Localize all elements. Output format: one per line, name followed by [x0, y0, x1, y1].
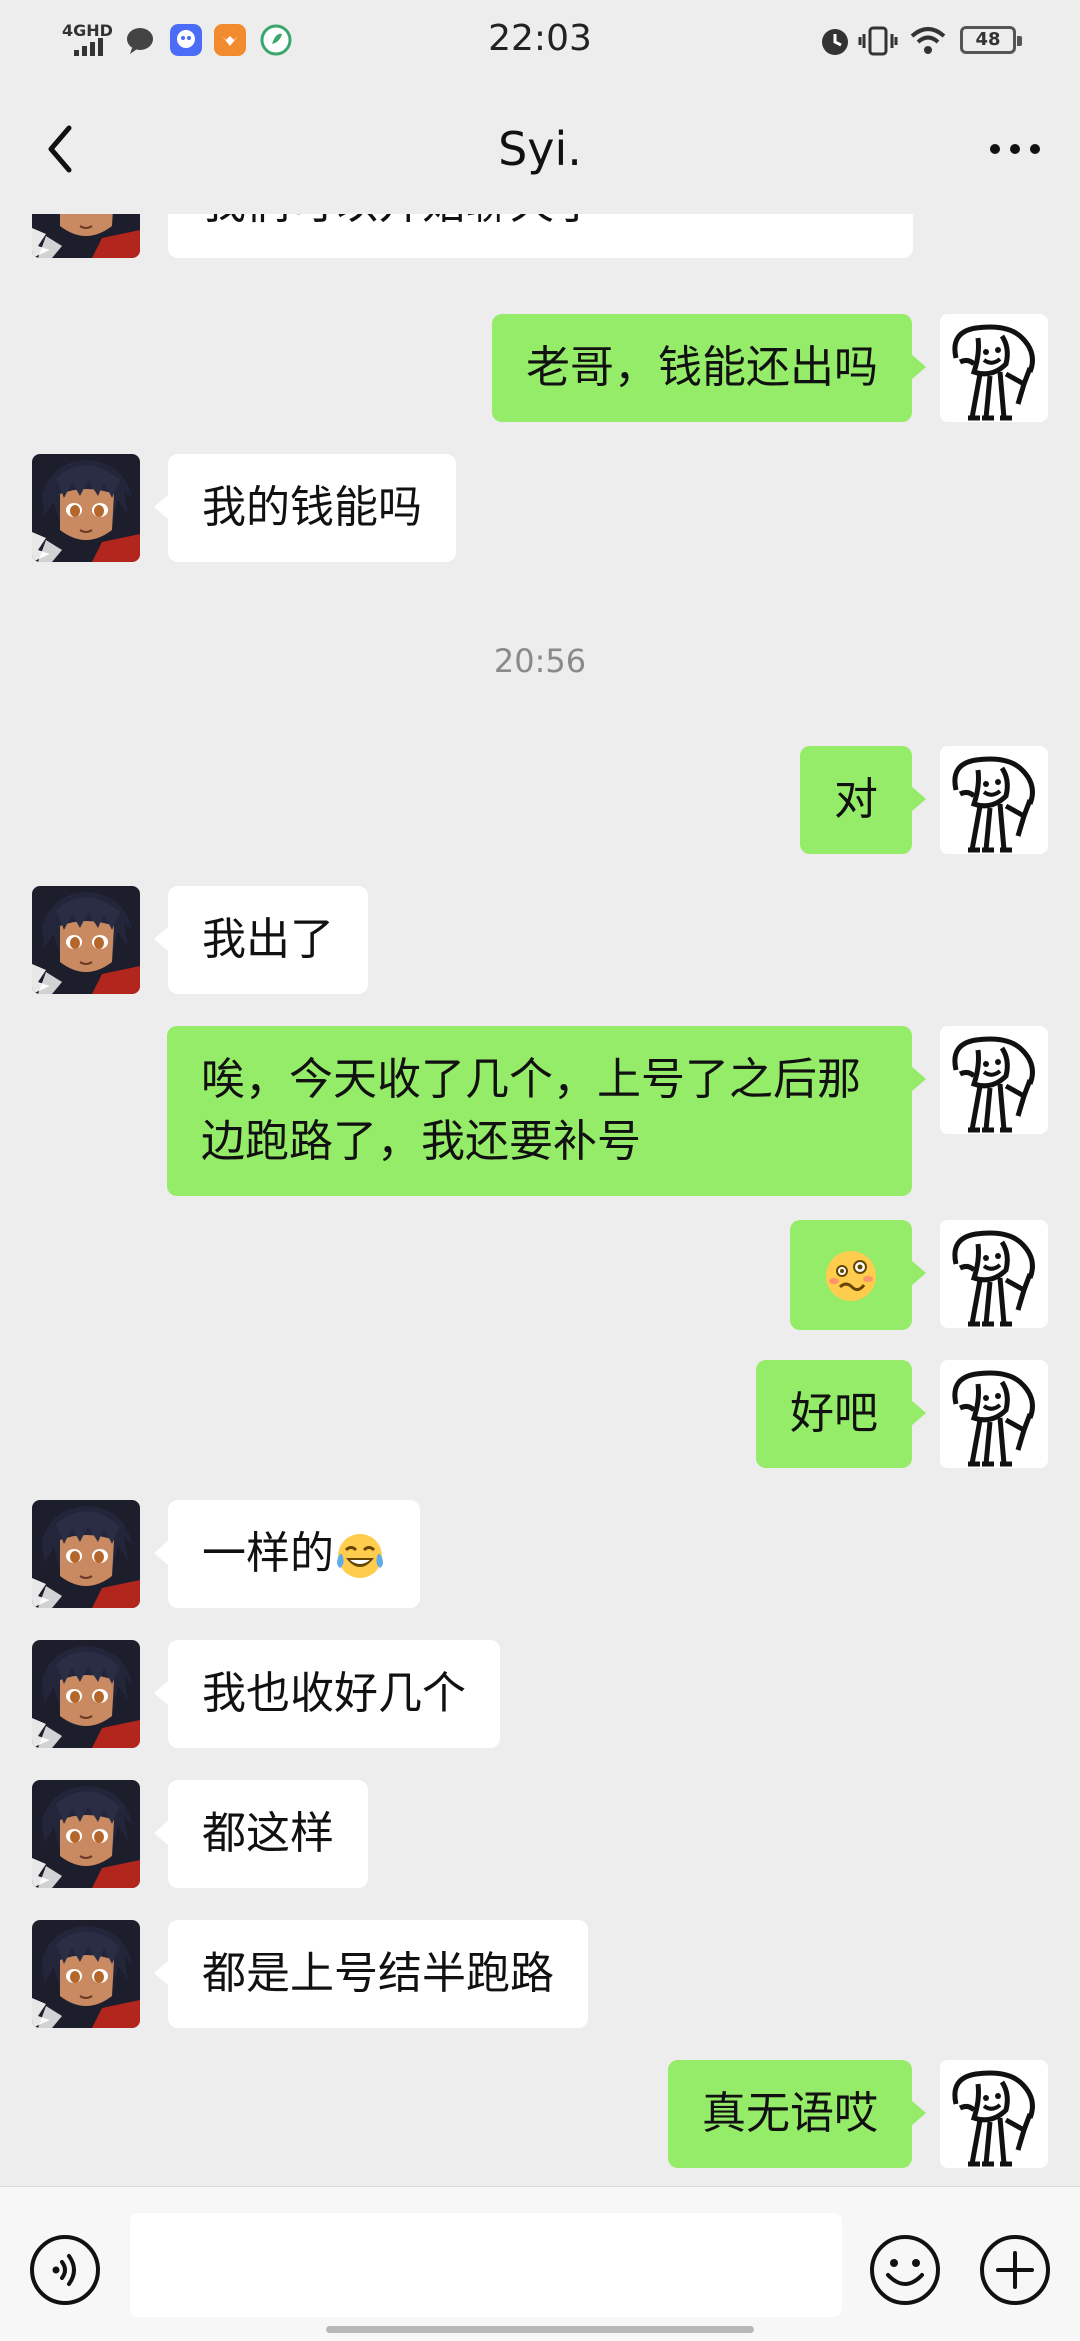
contact-avatar[interactable]	[32, 886, 140, 994]
plus-icon[interactable]	[978, 2233, 1052, 2307]
chat-title: Syi.	[498, 122, 582, 176]
message-bubble[interactable]: 唉，今天收了几个，上号了之后那边跑路了，我还要补号	[167, 1026, 926, 1196]
input-bar	[0, 2186, 1080, 2341]
more-dots-icon	[990, 144, 1040, 154]
contact-avatar[interactable]	[32, 1500, 140, 1608]
contact-avatar[interactable]	[32, 1780, 140, 1888]
message-bubble[interactable]: 真无语哎	[668, 2060, 926, 2168]
message-bubble[interactable]: 好吧	[756, 1360, 926, 1468]
message-bubble[interactable]: 对	[800, 746, 926, 854]
my-avatar[interactable]	[940, 1360, 1048, 1468]
more-options-button[interactable]	[980, 124, 1050, 174]
chat-header: Syi.	[0, 84, 1080, 214]
message-text: 一样的	[202, 1528, 334, 1579]
status-bar: 4GHD 22:03 48	[0, 0, 1080, 84]
message-bubble[interactable]: 我也收好几个	[154, 1640, 500, 1748]
battery-icon: 48	[960, 26, 1022, 54]
contact-avatar[interactable]	[32, 1640, 140, 1748]
my-avatar[interactable]	[940, 746, 1048, 854]
vibrate-icon	[858, 26, 898, 56]
contact-avatar[interactable]	[32, 1920, 140, 2028]
message-bubble[interactable]	[790, 1220, 926, 1330]
message-input[interactable]	[130, 2213, 842, 2317]
my-avatar[interactable]	[940, 2060, 1048, 2168]
message-bubble[interactable]: 老哥，钱能还出吗	[492, 314, 926, 422]
wifi-icon	[910, 27, 946, 54]
alarm-icon	[822, 29, 848, 55]
message-bubble[interactable]: 都是上号结半跑路	[154, 1920, 588, 2028]
message-list[interactable]: 我们可以开始聊天了 老哥，钱能还出吗 我的钱能吗 20:56 对 我出了 唉，今…	[0, 214, 1080, 2184]
woozy-face-icon	[826, 1251, 876, 1301]
message-bubble[interactable]: 我的钱能吗	[154, 454, 456, 562]
contact-avatar[interactable]	[32, 214, 140, 258]
message-bubble[interactable]: 我出了	[154, 886, 368, 994]
my-avatar[interactable]	[940, 1220, 1048, 1328]
my-avatar[interactable]	[940, 1026, 1048, 1134]
emoji-button-icon[interactable]	[868, 2233, 942, 2307]
my-avatar[interactable]	[940, 314, 1048, 422]
message-bubble[interactable]: 都这样	[154, 1780, 368, 1888]
contact-avatar[interactable]	[32, 454, 140, 562]
voice-icon[interactable]	[28, 2233, 102, 2307]
message-bubble[interactable]: 一样的	[154, 1500, 420, 1608]
message-timestamp: 20:56	[493, 642, 587, 680]
home-indicator[interactable]	[326, 2326, 754, 2333]
tears-of-joy-icon	[337, 1534, 383, 1578]
message-bubble[interactable]: 我们可以开始聊天了	[154, 214, 913, 258]
